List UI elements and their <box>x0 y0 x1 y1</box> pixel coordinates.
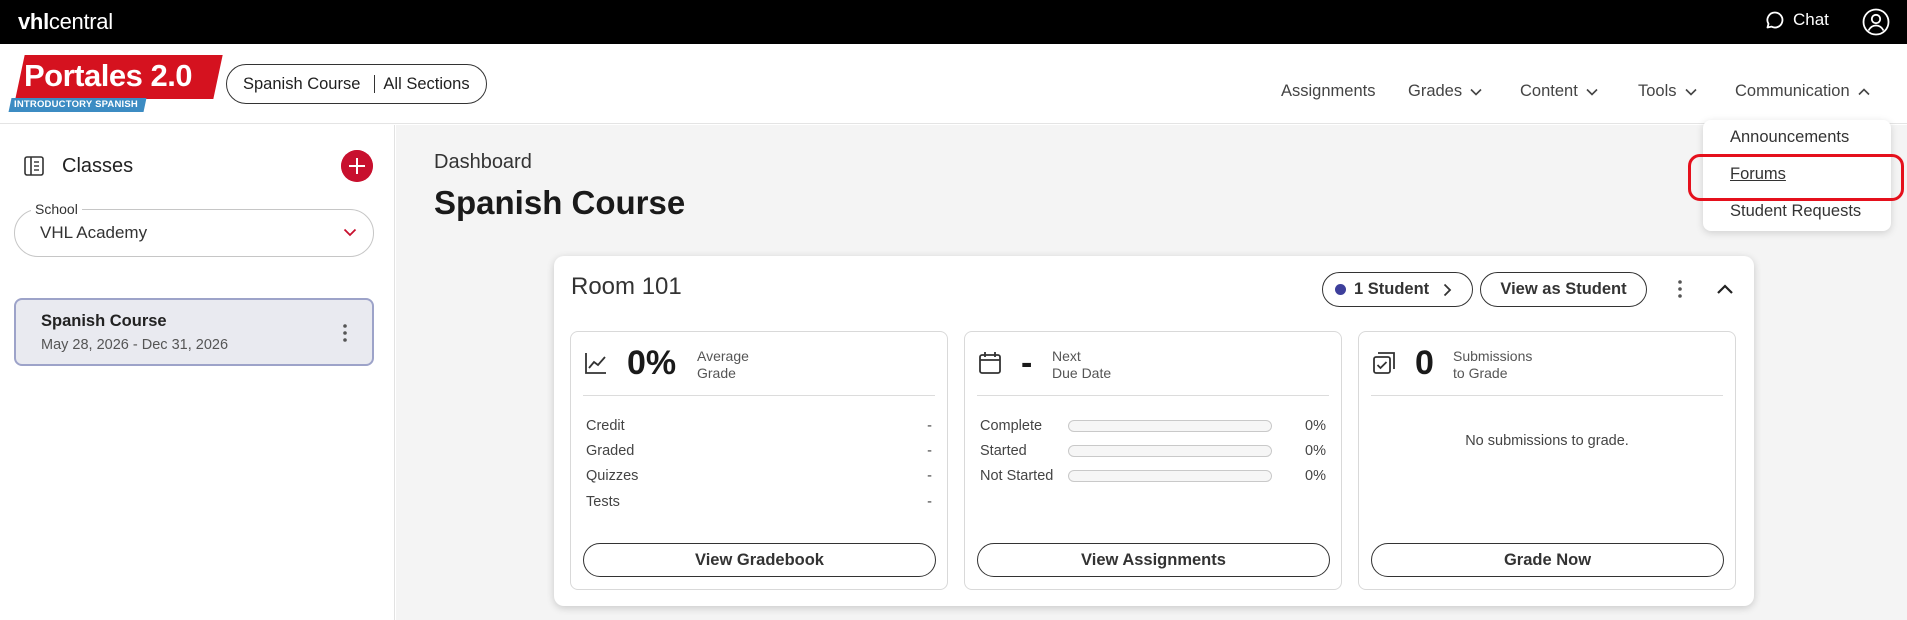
forums-highlight-annotation <box>1688 154 1904 201</box>
collapse-chevron-up-icon[interactable] <box>1716 284 1734 295</box>
view-assignments-button[interactable]: View Assignments <box>977 543 1330 577</box>
user-account-icon[interactable] <box>1862 8 1890 36</box>
view-as-student-button[interactable]: View as Student <box>1480 272 1647 307</box>
chat-label: Chat <box>1793 10 1829 29</box>
grade-row-value: - <box>927 443 932 459</box>
nav-content[interactable]: Content <box>1520 82 1598 101</box>
school-value: VHL Academy <box>40 223 148 242</box>
average-grade-label: Average Grade <box>697 348 749 381</box>
next-due-date-label: Next Due Date <box>1052 348 1112 381</box>
top-bar: vhlcentral Chat <box>0 0 1907 44</box>
status-dot <box>1335 284 1346 295</box>
submissions-label: Submissions to Grade <box>1453 348 1533 381</box>
next-due-date-value: - <box>1021 344 1033 382</box>
menu-item-announcements[interactable]: Announcements <box>1730 128 1849 147</box>
breadcrumb[interactable]: Dashboard <box>434 151 532 174</box>
line-chart-icon <box>585 353 606 374</box>
add-class-button[interactable] <box>341 150 373 182</box>
progress-row-value: 0% <box>1305 418 1326 434</box>
students-button[interactable]: 1 Student <box>1322 272 1473 307</box>
grade-row-label: Credit <box>586 418 625 434</box>
checklist-icon <box>1373 352 1395 374</box>
course-section-selector[interactable]: Spanish Course All Sections <box>226 64 487 104</box>
chat-button[interactable]: Chat <box>1765 10 1829 30</box>
school-label: School <box>31 201 82 217</box>
average-grade-card: 0% Average Grade Credit - Graded - Quizze… <box>570 331 948 590</box>
chat-icon <box>1766 11 1784 29</box>
grade-row-label: Graded <box>586 443 635 459</box>
started-progress-bar <box>1068 445 1272 457</box>
no-submissions-message: No submissions to grade. <box>1465 433 1629 449</box>
classes-heading: Classes <box>62 155 134 177</box>
chevron-down-icon <box>1470 88 1482 96</box>
grade-row-label: Quizzes <box>586 468 639 484</box>
grade-row-value: - <box>927 418 932 434</box>
average-grade-value: 0% <box>627 344 677 382</box>
class-dates: May 28, 2026 - Dec 31, 2026 <box>41 337 229 353</box>
class-card-spanish-course[interactable]: Spanish Course May 28, 2026 - Dec 31, 20… <box>14 298 374 366</box>
grade-row-value: - <box>927 494 932 510</box>
progress-row-label: Started <box>980 443 1027 459</box>
more-options-icon[interactable] <box>343 324 347 342</box>
school-select[interactable]: School VHL Academy <box>14 201 374 257</box>
grade-row-label: Tests <box>586 494 620 510</box>
portales-logo[interactable]: Portales 2.0 INTRODUCTORY SPANISH <box>8 55 223 113</box>
nav-communication[interactable]: Communication <box>1735 82 1870 101</box>
chevron-down-icon <box>343 228 357 237</box>
room-title: Room 101 <box>571 273 682 300</box>
chevron-down-icon <box>1684 88 1697 96</box>
course-pill-course: Spanish Course <box>243 74 361 93</box>
nav-assignments[interactable]: Assignments <box>1281 82 1375 101</box>
calendar-icon <box>979 352 1001 374</box>
classes-book-icon <box>24 156 44 176</box>
next-due-date-card: - Next Due Date Complete 0% Started 0% No… <box>964 331 1342 590</box>
progress-row-value: 0% <box>1305 443 1326 459</box>
submissions-value: 0 <box>1415 344 1434 382</box>
menu-item-student-requests[interactable]: Student Requests <box>1730 202 1861 221</box>
chevron-up-icon <box>1858 87 1870 95</box>
nav-grades[interactable]: Grades <box>1408 82 1482 101</box>
class-name: Spanish Course <box>41 312 167 330</box>
progress-row-value: 0% <box>1305 468 1326 484</box>
room-more-options-icon[interactable] <box>1678 280 1682 298</box>
grade-now-button[interactable]: Grade Now <box>1371 543 1724 577</box>
nav-tools[interactable]: Tools <box>1638 82 1697 101</box>
progress-row-label: Complete <box>980 418 1043 434</box>
header: Portales 2.0 INTRODUCTORY SPANISH Spanis… <box>0 44 1907 124</box>
submissions-card: 0 Submissions to Grade No submissions to … <box>1358 331 1736 590</box>
grade-row-value: - <box>927 468 932 484</box>
main-content: Dashboard Spanish Course Room 101 1 Stud… <box>396 125 1907 620</box>
sidebar: Classes School VHL Academy Spanish Cours… <box>0 125 395 620</box>
chevron-right-icon <box>1444 283 1452 296</box>
room-card: Room 101 1 Student View as Student 0% Av… <box>554 256 1754 606</box>
chevron-down-icon <box>1586 88 1598 96</box>
vhlcentral-logo[interactable]: vhlcentral <box>18 9 113 35</box>
page-title: Spanish Course <box>434 184 686 221</box>
complete-progress-bar <box>1068 420 1272 432</box>
not-started-progress-bar <box>1068 470 1272 482</box>
course-pill-sections: All Sections <box>383 74 470 93</box>
view-gradebook-button[interactable]: View Gradebook <box>583 543 936 577</box>
progress-row-label: Not Started <box>980 468 1054 484</box>
